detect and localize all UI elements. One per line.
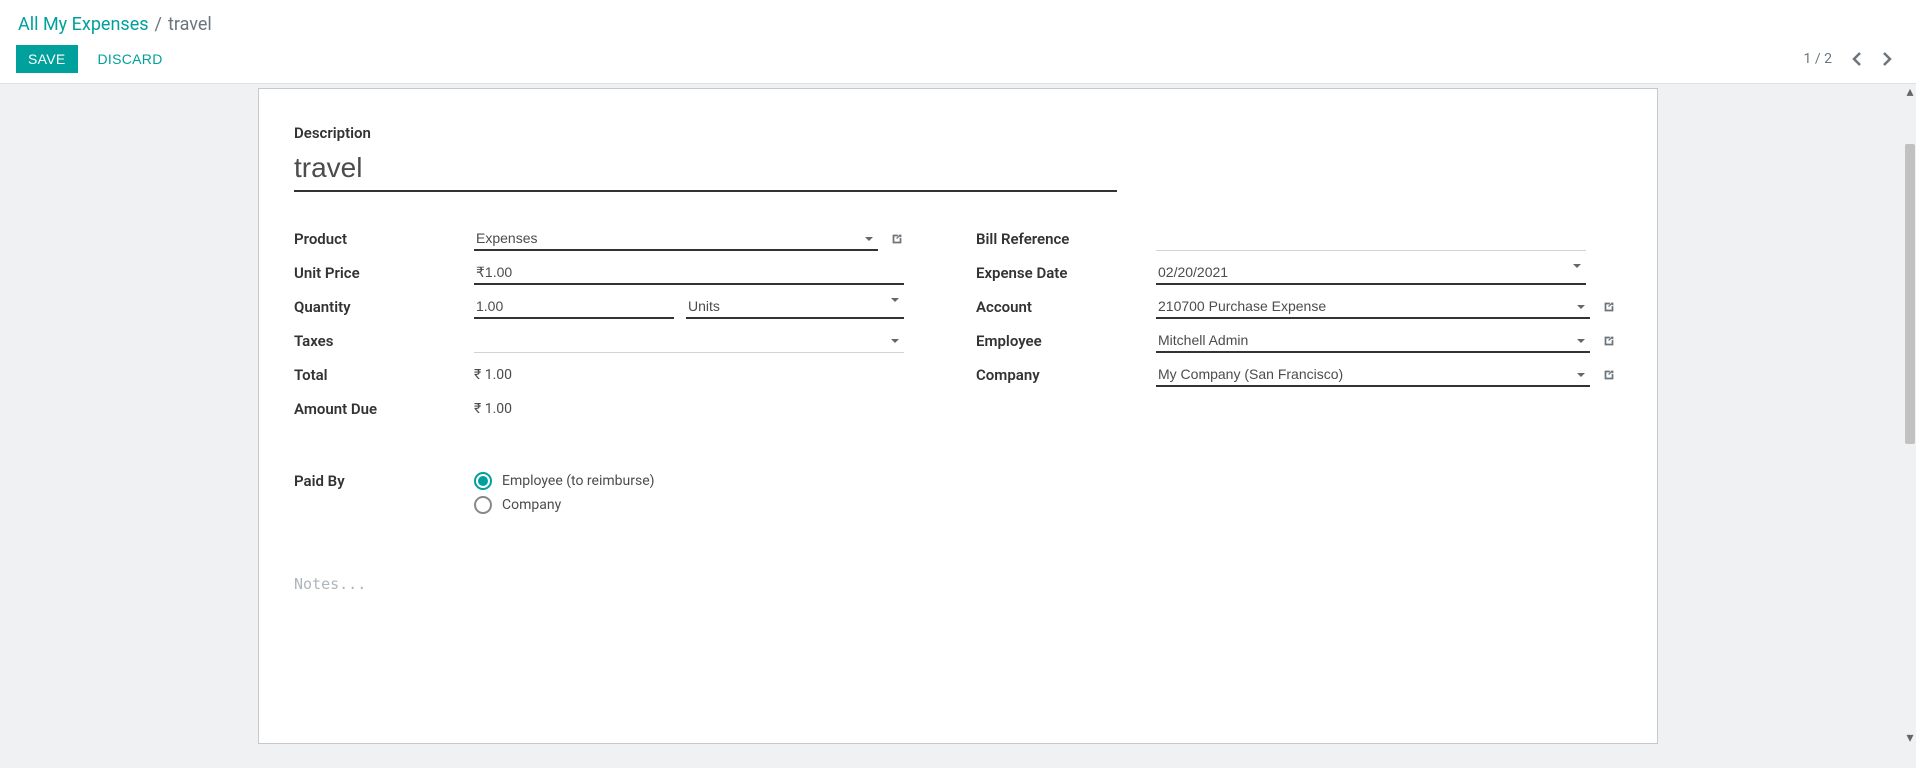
unit-price-label: Unit Price xyxy=(294,264,474,282)
discard-button[interactable]: DISCARD xyxy=(86,45,175,73)
amount-due-value: ₹ 1.00 xyxy=(474,401,512,417)
employee-label: Employee xyxy=(976,332,1156,350)
pager-text: 1 / 2 xyxy=(1804,51,1832,67)
company-input[interactable] xyxy=(1156,363,1590,387)
employee-input[interactable] xyxy=(1156,329,1590,353)
breadcrumb-separator: / xyxy=(155,14,162,35)
breadcrumb-current: travel xyxy=(168,14,212,35)
account-input[interactable] xyxy=(1156,295,1590,319)
uom-input[interactable] xyxy=(686,295,904,319)
employee-external-link-icon[interactable] xyxy=(1602,334,1616,348)
taxes-input[interactable] xyxy=(474,330,904,353)
total-label: Total xyxy=(294,366,474,384)
save-button[interactable]: SAVE xyxy=(16,45,78,73)
total-value: ₹ 1.00 xyxy=(474,367,512,383)
taxes-label: Taxes xyxy=(294,332,474,350)
pager-prev-icon[interactable] xyxy=(1844,47,1872,71)
paid-by-employee-label: Employee (to reimburse) xyxy=(502,473,655,489)
account-label: Account xyxy=(976,298,1156,316)
quantity-label: Quantity xyxy=(294,298,474,316)
scroll-thumb[interactable] xyxy=(1905,144,1915,444)
pager: 1 / 2 xyxy=(1804,47,1900,71)
description-input[interactable] xyxy=(294,146,1117,192)
product-input[interactable] xyxy=(474,227,878,251)
description-label: Description xyxy=(294,124,1622,142)
radio-selected-icon xyxy=(474,472,492,490)
amount-due-label: Amount Due xyxy=(294,400,474,418)
form-sheet: Description Product Unit Price xyxy=(258,88,1658,744)
unit-price-input[interactable] xyxy=(474,261,904,285)
expense-date-label: Expense Date xyxy=(976,264,1156,282)
scroll-down-icon[interactable]: ▾ xyxy=(1904,730,1916,744)
quantity-input[interactable] xyxy=(474,295,674,319)
scroll-up-icon[interactable]: ▴ xyxy=(1904,84,1916,98)
company-label: Company xyxy=(976,366,1156,384)
product-label: Product xyxy=(294,230,474,248)
notes-textarea[interactable] xyxy=(294,575,1622,593)
breadcrumb-root-link[interactable]: All My Expenses xyxy=(18,14,149,35)
paid-by-label: Paid By xyxy=(294,466,474,490)
bill-reference-input[interactable] xyxy=(1156,228,1586,251)
bill-reference-label: Bill Reference xyxy=(976,230,1156,248)
radio-unselected-icon xyxy=(474,496,492,514)
pager-next-icon[interactable] xyxy=(1872,47,1900,71)
expense-date-input[interactable] xyxy=(1156,261,1586,285)
paid-by-company-radio[interactable]: Company xyxy=(474,496,958,514)
breadcrumb: All My Expenses / travel xyxy=(16,8,1900,39)
paid-by-company-label: Company xyxy=(502,497,561,513)
company-external-link-icon[interactable] xyxy=(1602,368,1616,382)
paid-by-employee-radio[interactable]: Employee (to reimburse) xyxy=(474,472,958,490)
scrollbar[interactable]: ▴ ▾ xyxy=(1904,84,1916,744)
account-external-link-icon[interactable] xyxy=(1602,300,1616,314)
product-external-link-icon[interactable] xyxy=(890,232,904,246)
